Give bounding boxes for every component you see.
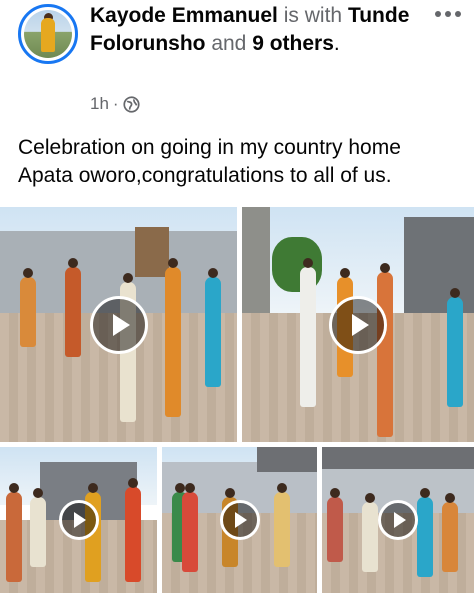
title-period: . [333,32,340,55]
video-thumbnail[interactable] [322,447,474,593]
avatar[interactable] [18,4,78,64]
post-text-line-1: Celebration on going in my country home [18,136,401,159]
more-options-icon[interactable] [435,8,463,20]
others-link[interactable]: 9 others [252,32,334,55]
post-text-line-2: Apata oworo,congratulations to all of us… [18,164,392,187]
meta-separator: · [112,94,119,113]
play-icon[interactable] [219,500,260,540]
post-time[interactable]: 1h [90,94,109,114]
play-icon[interactable] [329,295,387,354]
play-icon[interactable] [378,500,418,540]
play-icon[interactable] [89,295,148,354]
with-text: is with [283,4,343,27]
author-name[interactable]: Kayode Emmanuel [90,4,278,27]
video-thumbnail[interactable] [0,447,157,593]
and-text: and [211,32,247,55]
post-meta: 1h · [90,94,140,114]
globe-icon[interactable] [123,95,140,113]
video-thumbnail[interactable] [242,207,474,442]
post-title: Kayode Emmanuel is with Tunde Folorunsho… [90,2,420,58]
video-thumbnail[interactable] [162,447,317,593]
avatar-photo [24,10,72,58]
post-header: Kayode Emmanuel is with Tunde Folorunsho… [0,0,474,124]
play-icon[interactable] [58,500,99,540]
media-grid [0,207,474,593]
video-thumbnail[interactable] [0,207,237,442]
post-text: Celebration on going in my country home … [18,134,468,190]
